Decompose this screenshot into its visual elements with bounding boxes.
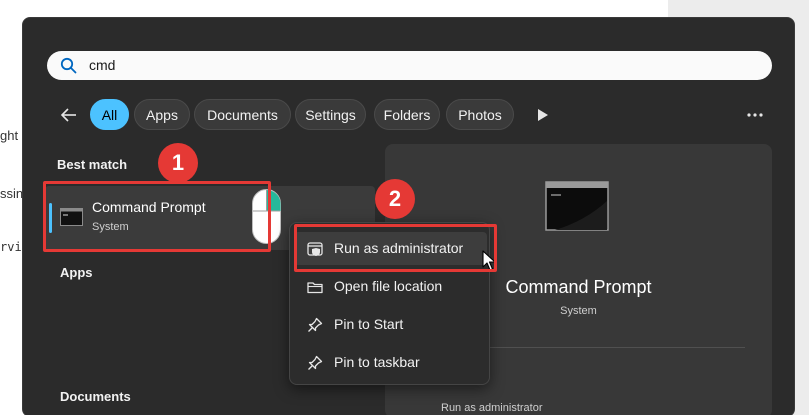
annotation-box-run-as-admin — [294, 224, 497, 272]
folder-icon — [307, 282, 323, 294]
annotation-badge-step-1: 1 — [158, 143, 198, 183]
filter-all[interactable]: All — [90, 99, 129, 130]
detail-action-run-as-admin[interactable]: Run as administrator — [441, 402, 543, 414]
section-best-match: Best match — [57, 157, 128, 172]
menu-item-label: Pin to taskbar — [334, 354, 420, 370]
search-box[interactable]: cmd — [47, 51, 772, 80]
annotation-badge-step-2: 2 — [375, 179, 415, 219]
menu-item-open-file-location[interactable]: Open file location — [294, 270, 487, 303]
menu-item-pin-to-taskbar[interactable]: Pin to taskbar — [294, 346, 487, 379]
search-icon — [60, 57, 77, 74]
section-apps: Apps — [60, 265, 93, 280]
filter-documents[interactable]: Documents — [194, 99, 291, 130]
filter-apps[interactable]: Apps — [134, 99, 190, 130]
filter-settings[interactable]: Settings — [295, 99, 366, 130]
pin-icon — [308, 355, 323, 370]
menu-item-pin-to-start[interactable]: Pin to Start — [294, 308, 487, 341]
menu-item-label: Pin to Start — [334, 316, 404, 332]
background-text-fragment: rvi — [0, 240, 22, 254]
start-search-panel: cmd All Apps Documents Settings Folders … — [22, 17, 795, 415]
background-text-fragment: ght — [0, 128, 19, 143]
filter-photos[interactable]: Photos — [446, 99, 514, 130]
section-documents: Documents — [60, 389, 131, 404]
search-input[interactable]: cmd — [89, 57, 115, 73]
pin-icon — [308, 317, 323, 332]
back-arrow-icon[interactable] — [59, 105, 79, 125]
command-prompt-large-icon — [545, 181, 609, 231]
play-icon[interactable] — [537, 108, 549, 122]
background-text-fragment: ssin — [0, 186, 24, 201]
filter-folders[interactable]: Folders — [374, 99, 440, 130]
annotation-box-best-match — [43, 181, 271, 252]
menu-item-label: Open file location — [334, 278, 443, 294]
more-options-icon[interactable] — [747, 113, 763, 117]
